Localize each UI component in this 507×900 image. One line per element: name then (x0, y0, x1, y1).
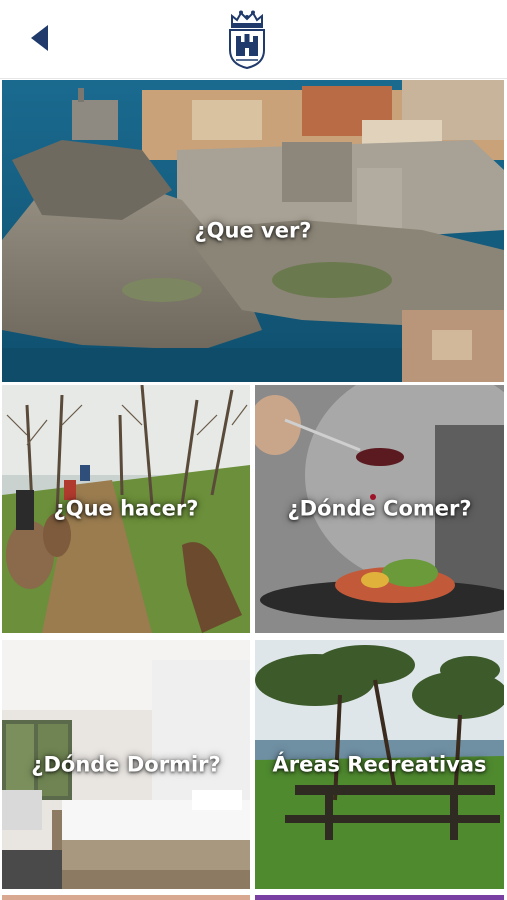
tile-que-hacer[interactable]: ¿Que hacer? (2, 385, 250, 633)
tile-label: ¿Dónde Dormir? (31, 752, 221, 776)
back-button[interactable] (16, 14, 64, 62)
app-screen: ¿Que ver? ¿Que hacer? ¿Dónde Comer? ¿Dón… (0, 0, 507, 900)
tile-label: ¿Que hacer? (53, 496, 199, 521)
tile-label: ¿Que ver? (194, 218, 312, 243)
category-grid: ¿Que ver? ¿Que hacer? ¿Dónde Comer? ¿Dón… (0, 78, 507, 900)
crowned-shield-emblem-icon (229, 10, 265, 70)
tile-label: Áreas Recreativas (272, 752, 487, 776)
app-header (0, 0, 507, 79)
tile-label: ¿Dónde Comer? (287, 496, 472, 521)
tile-que-ver[interactable]: ¿Que ver? (2, 80, 504, 382)
tile-areas-recreativas[interactable]: Áreas Recreativas (255, 640, 504, 889)
chevron-left-icon (31, 25, 48, 51)
tile-partial-right[interactable] (255, 895, 504, 900)
tile-partial-left[interactable] (2, 895, 250, 900)
tile-donde-dormir[interactable]: ¿Dónde Dormir? (2, 640, 250, 889)
tile-donde-comer[interactable]: ¿Dónde Comer? (255, 385, 504, 633)
